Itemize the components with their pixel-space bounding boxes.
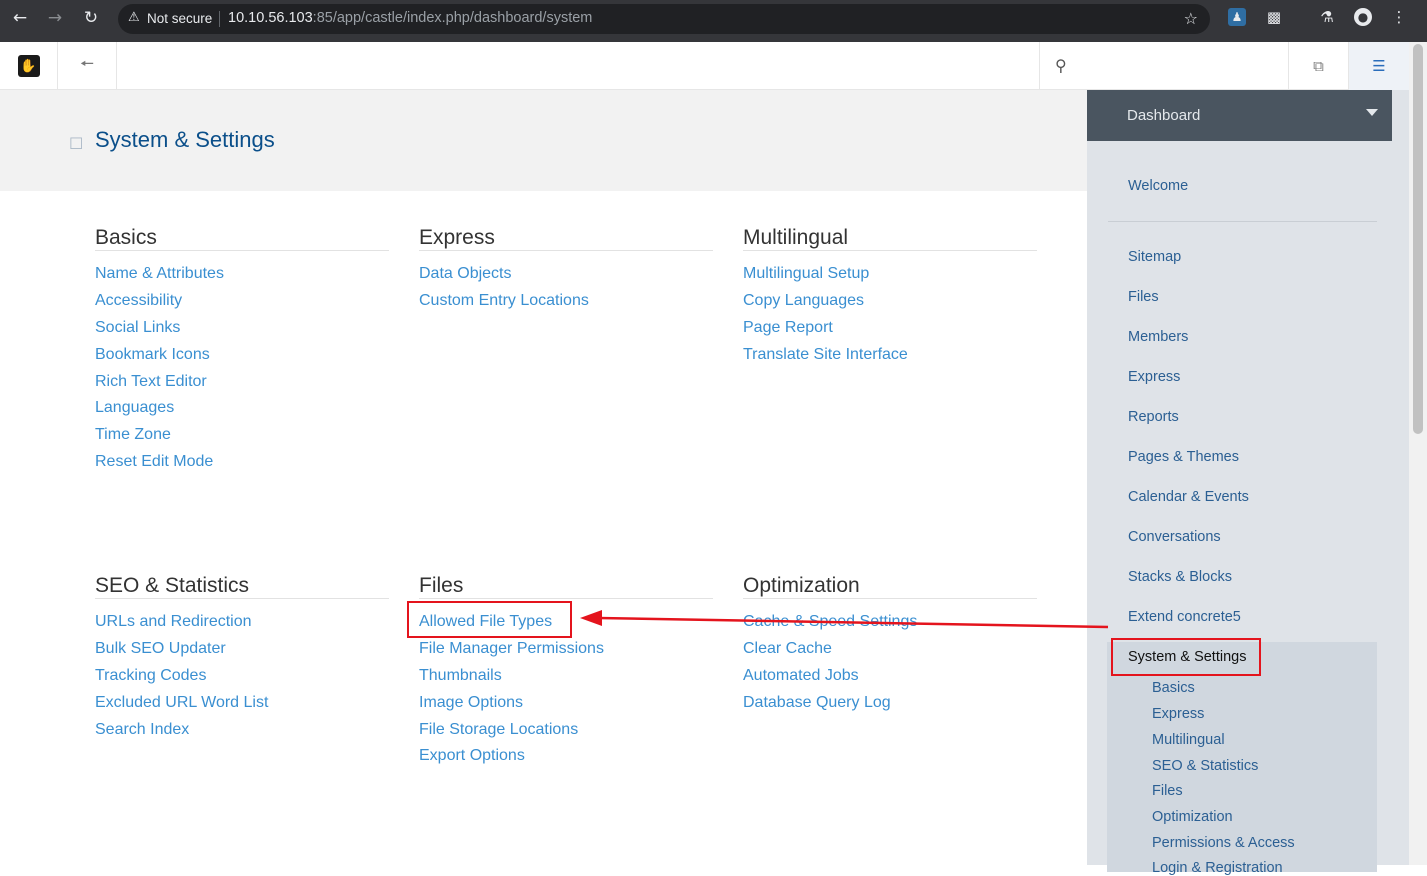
arrow-head (580, 610, 602, 626)
annotation-arrow (580, 610, 1109, 629)
arrow-line (597, 616, 1109, 629)
